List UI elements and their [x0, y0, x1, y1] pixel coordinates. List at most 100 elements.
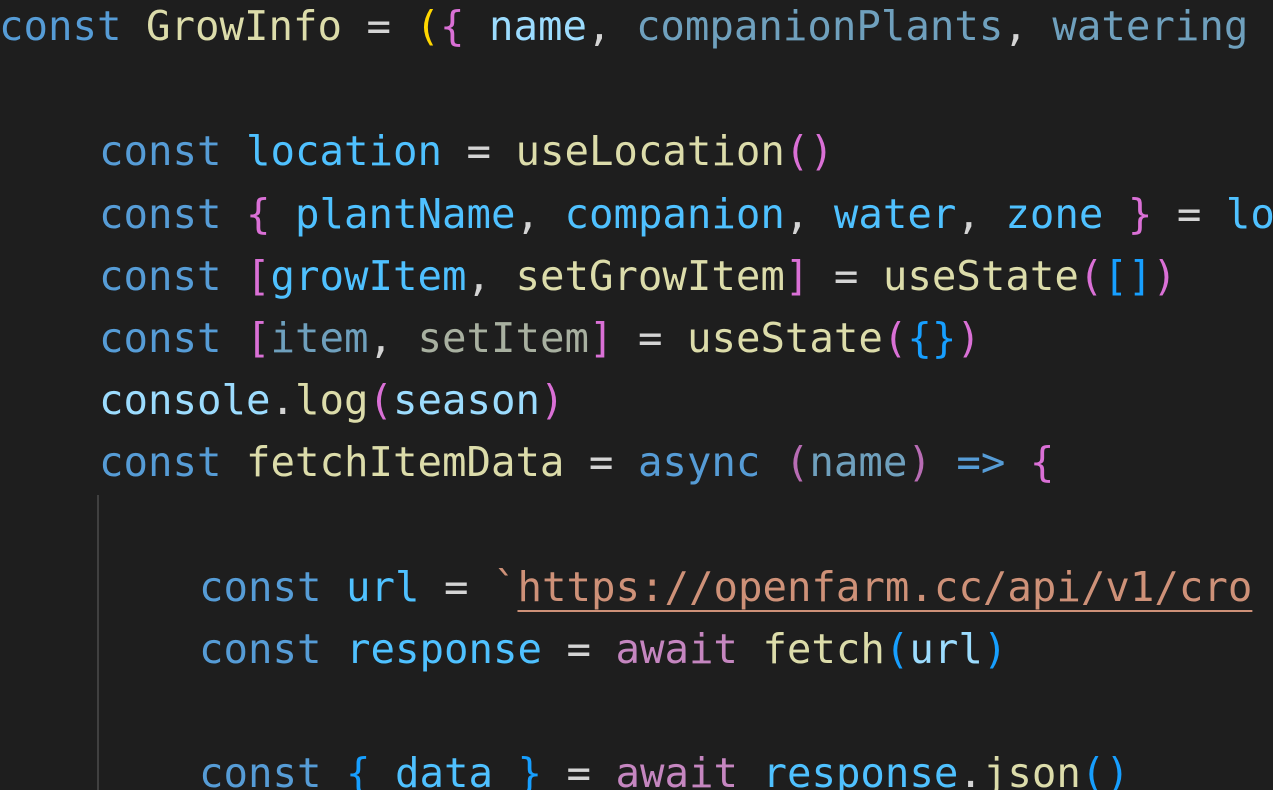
- code-line[interactable]: const [growItem, setGrowItem] = useState…: [99, 245, 1177, 307]
- code-token: =: [613, 314, 687, 362]
- code-token: const: [99, 252, 222, 300]
- code-token: =: [341, 2, 416, 50]
- code-token: (: [415, 2, 440, 50]
- code-token: GrowInfo: [145, 2, 342, 50]
- code-token: =: [541, 749, 616, 790]
- code-token: watering: [1052, 2, 1249, 50]
- code-token: const: [199, 625, 322, 673]
- code-token: water: [833, 190, 957, 238]
- code-token: =: [419, 563, 493, 611]
- code-token: ,: [515, 190, 565, 238]
- code-token: {: [439, 2, 465, 50]
- code-token: =: [809, 252, 883, 300]
- code-token: []: [1103, 252, 1153, 300]
- code-token: ): [982, 625, 1008, 673]
- code-token: useState: [686, 314, 883, 362]
- code-token: await: [615, 749, 738, 790]
- code-token: setItem: [417, 314, 589, 362]
- code-token: (): [1080, 749, 1130, 790]
- code-token: ,: [784, 190, 834, 238]
- code-token: useLocation: [515, 127, 785, 175]
- code-line[interactable]: const url = `https://openfarm.cc/api/v1/…: [199, 556, 1252, 618]
- code-token: item: [270, 314, 369, 362]
- code-token: (: [1078, 252, 1104, 300]
- indent-guide: [97, 495, 99, 790]
- code-token: (): [784, 127, 834, 175]
- code-token: ,: [466, 252, 516, 300]
- code-token: ]: [588, 314, 614, 362]
- code-token: {: [345, 749, 371, 790]
- code-token: const: [99, 438, 222, 486]
- code-line[interactable]: const response = await fetch(url): [199, 618, 1007, 680]
- code-token: =: [441, 127, 516, 175]
- code-token: (: [368, 376, 393, 424]
- code-token: {: [245, 190, 271, 238]
- code-line[interactable]: const fetchItemData = async (name) => {: [99, 431, 1054, 493]
- code-editor[interactable]: const GrowInfo = ({ name, companionPlant…: [0, 0, 1273, 790]
- code-token: ,: [586, 2, 636, 50]
- code-token: =: [1152, 190, 1226, 238]
- code-token: useState: [882, 252, 1079, 300]
- code-token: companionPlants: [635, 2, 1004, 50]
- code-token: [: [245, 252, 271, 300]
- code-token: const: [99, 190, 222, 238]
- code-token: response: [345, 625, 542, 673]
- code-token: log: [294, 376, 369, 424]
- code-token: data: [394, 749, 493, 790]
- code-token: location: [245, 127, 442, 175]
- code-token: await: [615, 625, 738, 673]
- code-token: ,: [1003, 2, 1053, 50]
- code-token: async: [637, 438, 761, 486]
- code-line[interactable]: const [item, setItem] = useState({}): [99, 307, 981, 369]
- code-token: {: [1029, 438, 1055, 486]
- code-line[interactable]: const GrowInfo = ({ name, companionPlant…: [0, 0, 1248, 57]
- code-token: console: [99, 376, 271, 424]
- code-token: `: [492, 563, 518, 611]
- code-token: .: [958, 749, 983, 790]
- code-token: const: [99, 314, 222, 362]
- code-line[interactable]: console.log(season): [99, 369, 564, 431]
- code-token: json: [982, 749, 1081, 790]
- code-token: .: [270, 376, 295, 424]
- code-token: ): [539, 376, 565, 424]
- code-token: fetchItemData: [245, 438, 565, 486]
- code-token: url: [909, 625, 983, 673]
- code-token: response: [762, 749, 959, 790]
- code-token: zone: [1005, 190, 1104, 238]
- code-token: name: [488, 2, 587, 50]
- code-token: const: [0, 2, 122, 50]
- code-token: ,: [368, 314, 418, 362]
- code-token: const: [199, 563, 322, 611]
- code-token: plantName: [294, 190, 516, 238]
- code-token: =: [564, 438, 638, 486]
- code-token: (: [784, 438, 810, 486]
- code-token: fetch: [762, 625, 885, 673]
- code-token: ): [1152, 252, 1177, 300]
- code-line[interactable]: const { plantName, companion, water, zon…: [99, 183, 1273, 245]
- code-token: (: [882, 314, 908, 362]
- code-token: {}: [907, 314, 957, 362]
- code-line[interactable]: const location = useLocation(): [99, 120, 834, 182]
- code-token: https://openfarm.cc/api/v1/cro: [517, 563, 1253, 611]
- code-line[interactable]: const { data } = await response.json(): [199, 742, 1130, 790]
- code-token: growItem: [270, 252, 467, 300]
- code-token: const: [99, 127, 222, 175]
- code-token: url: [345, 563, 420, 611]
